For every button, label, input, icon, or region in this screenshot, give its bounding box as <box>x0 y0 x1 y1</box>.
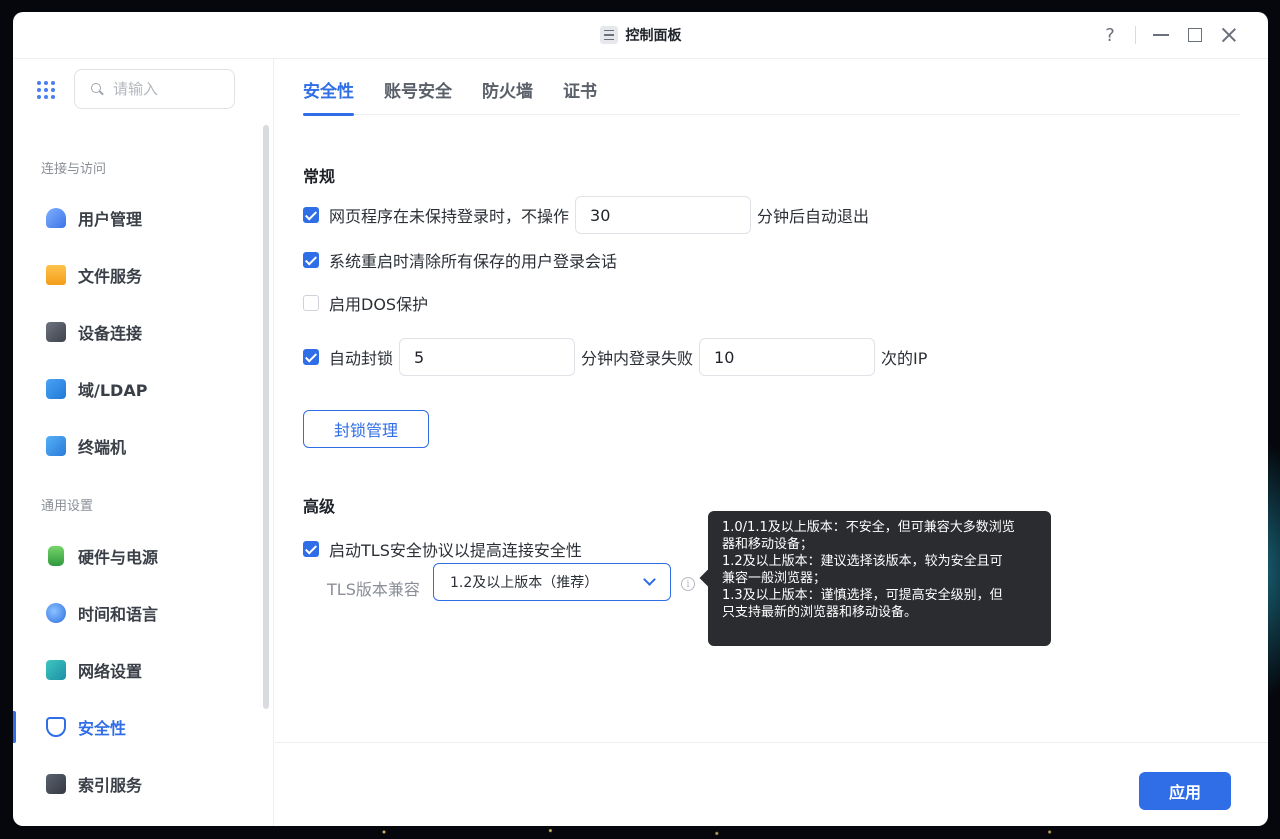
sidebar-item-label: 文件服务 <box>78 267 143 286</box>
folder-icon <box>46 265 66 285</box>
tooltip-line: 器和移动设备； <box>722 537 814 552</box>
tab-security[interactable]: 安全性 <box>303 77 354 116</box>
sidebar: 连接与访问 用户管理 文件服务 设备连接 域/LDAP 终端机 通用设置 硬件与… <box>13 59 274 826</box>
minimize-button[interactable] <box>1144 22 1178 48</box>
tls-row: 启动TLS安全协议以提高连接安全性 <box>303 537 582 561</box>
dos-checkbox[interactable] <box>303 295 319 311</box>
tls-compat-label: TLS版本兼容 <box>327 580 420 599</box>
sidebar-item-label: 硬件与电源 <box>78 548 159 567</box>
autoblock-minutes-input[interactable]: 5 <box>399 338 576 376</box>
general-section-title: 常规 <box>303 167 336 186</box>
sidebar-item-label: 用户管理 <box>78 210 143 229</box>
logout-prefix: 网页程序在未保持登录时，不操作 <box>329 207 570 226</box>
block-management-button[interactable]: 封锁管理 <box>303 410 429 448</box>
tab-bar: 安全性 账号安全 防火墙 证书 <box>303 77 1240 116</box>
tls-checkbox[interactable] <box>303 541 319 557</box>
controls-divider <box>1135 26 1136 44</box>
close-icon <box>1222 28 1236 42</box>
sidebar-item-label: 终端机 <box>78 438 127 457</box>
sidebar-item-time-language[interactable]: 时间和语言 <box>13 591 263 635</box>
logout-checkbox[interactable] <box>303 207 319 223</box>
sidebar-item-label: 安全性 <box>78 719 127 738</box>
autoblock-middle: 分钟内登录失败 <box>581 349 694 368</box>
autoblock-count-input[interactable]: 10 <box>699 338 876 376</box>
close-button[interactable] <box>1212 22 1246 48</box>
sidebar-item-label: 设备连接 <box>78 324 143 343</box>
desktop-wallpaper <box>0 825 1280 839</box>
tls-label: 启动TLS安全协议以提高连接安全性 <box>329 541 582 560</box>
apps-grid-icon[interactable] <box>37 81 55 99</box>
sidebar-item-label: 域/LDAP <box>78 381 148 400</box>
sidebar-item-file-services[interactable]: 文件服务 <box>13 253 263 297</box>
clear-sessions-label: 系统重启时清除所有保存的用户登录会话 <box>329 252 618 271</box>
autoblock-row: 自动封锁 5 分钟内登录失败 10 次的IP <box>303 338 927 376</box>
help-button[interactable]: ? <box>1093 22 1127 48</box>
sidebar-item-ldap[interactable]: 域/LDAP <box>13 367 263 411</box>
logout-suffix: 分钟后自动退出 <box>757 207 870 226</box>
maximize-button[interactable] <box>1178 22 1212 48</box>
footer-divider <box>275 742 1268 743</box>
tooltip-line: 1.2及以上版本：建议选择该版本，较为安全且可 <box>722 554 1003 569</box>
tab-firewall[interactable]: 防火墙 <box>482 77 533 115</box>
info-icon[interactable]: i <box>681 577 695 591</box>
clear-sessions-checkbox[interactable] <box>303 252 319 268</box>
minimize-icon <box>1153 34 1169 36</box>
sidebar-item-terminal[interactable]: 终端机 <box>13 424 263 468</box>
device-icon <box>46 322 66 342</box>
ldap-icon <box>46 379 66 399</box>
section-label-connect: 连接与访问 <box>41 162 107 177</box>
section-label-general: 通用设置 <box>41 499 94 514</box>
sidebar-item-label: 时间和语言 <box>78 605 159 624</box>
autoblock-prefix: 自动封锁 <box>329 349 394 368</box>
globe-icon <box>46 603 66 623</box>
window-title: 控制面板 <box>599 25 682 45</box>
sidebar-item-label: 索引服务 <box>78 776 143 795</box>
tls-tooltip: 1.0/1.1及以上版本：不安全，但可兼容大多数浏览 器和移动设备； 1.2及以… <box>708 511 1051 646</box>
index-icon <box>46 774 66 794</box>
window-controls: ? <box>1093 22 1246 48</box>
search-icon <box>91 83 103 95</box>
tls-version-value: 1.2及以上版本（推荐） <box>450 575 599 591</box>
shield-icon <box>46 717 66 737</box>
terminal-icon <box>46 436 66 456</box>
advanced-section-title: 高级 <box>303 497 336 516</box>
window-title-text: 控制面板 <box>625 28 682 44</box>
sidebar-item-index[interactable]: 索引服务 <box>13 762 263 806</box>
tooltip-line: 兼容一般浏览器； <box>722 571 827 586</box>
chevron-down-icon <box>643 573 656 586</box>
main-content: 安全性 账号安全 防火墙 证书 常规 网页程序在未保持登录时，不操作 30 分钟… <box>275 59 1268 826</box>
sidebar-item-devices[interactable]: 设备连接 <box>13 310 263 354</box>
control-panel-icon <box>599 26 618 44</box>
logout-row: 网页程序在未保持登录时，不操作 30 分钟后自动退出 <box>303 196 869 234</box>
autoblock-suffix: 次的IP <box>881 349 928 368</box>
dos-row: 启用DOS保护 <box>303 291 428 315</box>
tooltip-line: 1.0/1.1及以上版本：不安全，但可兼容大多数浏览 <box>722 520 1015 535</box>
sidebar-item-hardware[interactable]: 硬件与电源 <box>13 534 263 578</box>
dos-label: 启用DOS保护 <box>329 295 429 314</box>
sidebar-item-users[interactable]: 用户管理 <box>13 196 263 240</box>
tls-version-select[interactable]: 1.2及以上版本（推荐） <box>433 563 671 601</box>
search-input[interactable] <box>113 80 223 98</box>
clear-sessions-row: 系统重启时清除所有保存的用户登录会话 <box>303 248 617 272</box>
autoblock-checkbox[interactable] <box>303 349 319 365</box>
apply-button[interactable]: 应用 <box>1139 772 1231 810</box>
tooltip-line: 1.3及以上版本：谨慎选择，可提高安全级别，但 <box>722 588 1003 603</box>
tab-certificate[interactable]: 证书 <box>563 77 597 115</box>
maximize-icon <box>1188 28 1202 42</box>
sidebar-scrollbar[interactable] <box>263 125 269 709</box>
battery-icon <box>48 546 64 566</box>
tab-account-security[interactable]: 账号安全 <box>384 77 452 115</box>
titlebar: 控制面板 ? <box>13 12 1268 59</box>
sidebar-item-network[interactable]: 网络设置 <box>13 648 263 692</box>
user-icon <box>46 208 66 228</box>
control-panel-window: 控制面板 ? 连接与访问 用户管理 文件服务 设备连接 <box>13 12 1268 826</box>
tooltip-line: 只支持最新的浏览器和移动设备。 <box>722 605 918 620</box>
logout-minutes-input[interactable]: 30 <box>575 196 752 234</box>
network-icon <box>46 660 66 680</box>
sidebar-item-security[interactable]: 安全性 <box>13 705 263 749</box>
search-box[interactable] <box>74 69 235 109</box>
sidebar-item-label: 网络设置 <box>78 662 143 681</box>
